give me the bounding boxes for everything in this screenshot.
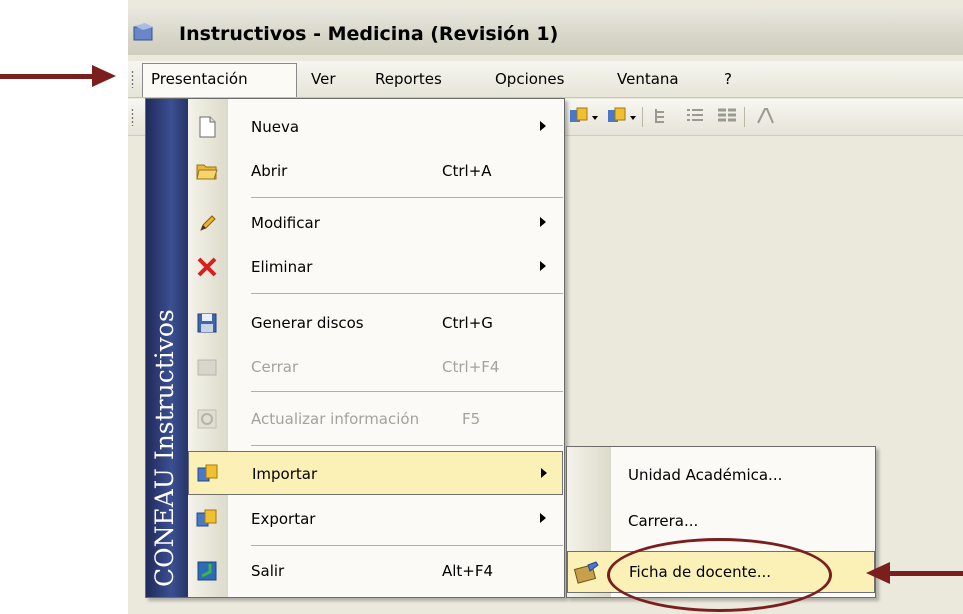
menu-item-shortcut: Ctrl+F4	[442, 358, 500, 376]
menu-item-importar[interactable]: Importar	[188, 451, 563, 495]
import-icon	[197, 464, 218, 482]
menu-separator	[251, 293, 563, 294]
menu-separator	[251, 391, 563, 392]
menubar-grip-icon[interactable]	[131, 70, 134, 88]
menu-item-generar-discos[interactable]: Generar discos Ctrl+G	[188, 301, 564, 345]
list-view-icon[interactable]	[684, 106, 706, 126]
menu-item-label: Actualizar información	[251, 410, 420, 428]
annotation-arrow-left-shaft	[0, 74, 92, 79]
exit-icon	[197, 561, 217, 581]
open-folder-icon	[196, 164, 218, 180]
menu-item-label: Cerrar	[251, 358, 299, 376]
annotation-arrow-right-icon	[92, 65, 116, 87]
menu-ventana[interactable]: Ventana	[617, 70, 679, 88]
menu-item-label: Exportar	[251, 510, 316, 528]
menu-item-shortcut: Ctrl+G	[442, 314, 493, 332]
menu-separator	[251, 545, 563, 546]
submenu-arrow-icon	[540, 261, 546, 271]
sidebar-brand-text: CONEAU Instructivos	[150, 309, 179, 587]
toolbar-export-icon[interactable]	[606, 106, 628, 126]
submenu-arrow-icon	[541, 468, 547, 478]
menu-item-label: Modificar	[251, 214, 320, 232]
menu-bar: Presentación Ver Reportes Opciones Venta…	[128, 61, 963, 98]
menu-reportes[interactable]: Reportes	[375, 70, 442, 88]
menu-help[interactable]: ?	[724, 70, 732, 88]
menu-label-presentacion[interactable]: Presentación	[151, 70, 248, 88]
annotation-arrow-right-shaft	[889, 571, 963, 576]
presentacion-dropdown-menu: CONEAU Instructivos Nueva Abrir Ctrl+A M…	[145, 98, 565, 598]
menu-item-shortcut: Ctrl+A	[442, 162, 492, 180]
menu-opciones[interactable]: Opciones	[495, 70, 564, 88]
menu-item-label: Generar discos	[251, 314, 364, 332]
export-icon	[196, 509, 217, 527]
menu-ver[interactable]: Ver	[311, 70, 336, 88]
menu-item-label: Salir	[251, 562, 285, 580]
toolbar-separator	[744, 107, 745, 127]
pencil-icon	[200, 215, 216, 231]
menu-item-label: Abrir	[251, 162, 288, 180]
detail-view-icon[interactable]	[716, 106, 738, 126]
menu-separator	[251, 445, 563, 446]
menu-item-shortcut: Alt+F4	[442, 562, 494, 580]
menu-item-nueva[interactable]: Nueva	[188, 105, 564, 149]
delete-x-icon	[197, 257, 217, 277]
submenu-item-carrera[interactable]: Carrera...	[567, 499, 875, 543]
annotation-arrow-left-icon	[866, 562, 890, 584]
submenu-arrow-icon	[540, 513, 546, 523]
menu-separator	[251, 197, 563, 198]
annotation-highlight-oval	[607, 538, 832, 612]
submenu-item-unidad-academica[interactable]: Unidad Académica...	[567, 453, 875, 497]
close-window-icon	[197, 359, 217, 376]
menu-item-actualizar-informacion[interactable]: Actualizar información F5	[188, 397, 564, 441]
menu-item-label: Nueva	[251, 118, 300, 136]
submenu-item-label: Carrera...	[628, 512, 699, 530]
menu-sidebar-banner: CONEAU Instructivos	[146, 99, 188, 597]
edit-card-icon	[574, 561, 599, 584]
new-document-icon	[199, 116, 216, 138]
menu-item-label: Importar	[252, 465, 318, 483]
menu-item-eliminar[interactable]: Eliminar	[188, 245, 564, 289]
tree-view-icon[interactable]	[652, 106, 674, 126]
menu-item-cerrar[interactable]: Cerrar Ctrl+F4	[188, 345, 564, 389]
floppy-disk-icon	[197, 313, 217, 333]
submenu-item-label: Unidad Académica...	[628, 466, 783, 484]
menu-item-modificar[interactable]: Modificar	[188, 201, 564, 245]
menu-item-salir[interactable]: Salir Alt+F4	[188, 549, 564, 593]
toolbar-separator	[642, 107, 643, 127]
submenu-arrow-icon	[540, 121, 546, 131]
toolbar-dropdown-arrow-icon[interactable]	[592, 116, 598, 120]
title-bar: Instructivos - Medicina (Revisión 1)	[128, 8, 963, 55]
menu-item-exportar[interactable]: Exportar	[188, 497, 564, 541]
toolbar-import-icon[interactable]	[568, 106, 590, 126]
menu-item-label: Eliminar	[251, 258, 313, 276]
menu-item-shortcut: F5	[462, 410, 481, 428]
app-icon	[133, 23, 153, 41]
window-title: Instructivos - Medicina (Revisión 1)	[179, 23, 559, 45]
toolbar-grip-icon[interactable]	[131, 108, 134, 126]
menu-item-abrir[interactable]: Abrir Ctrl+A	[188, 149, 564, 193]
refresh-icon	[197, 409, 217, 429]
toolbar-dropdown-arrow-icon[interactable]	[630, 116, 636, 120]
font-icon[interactable]	[754, 106, 776, 126]
submenu-arrow-icon	[540, 217, 546, 227]
